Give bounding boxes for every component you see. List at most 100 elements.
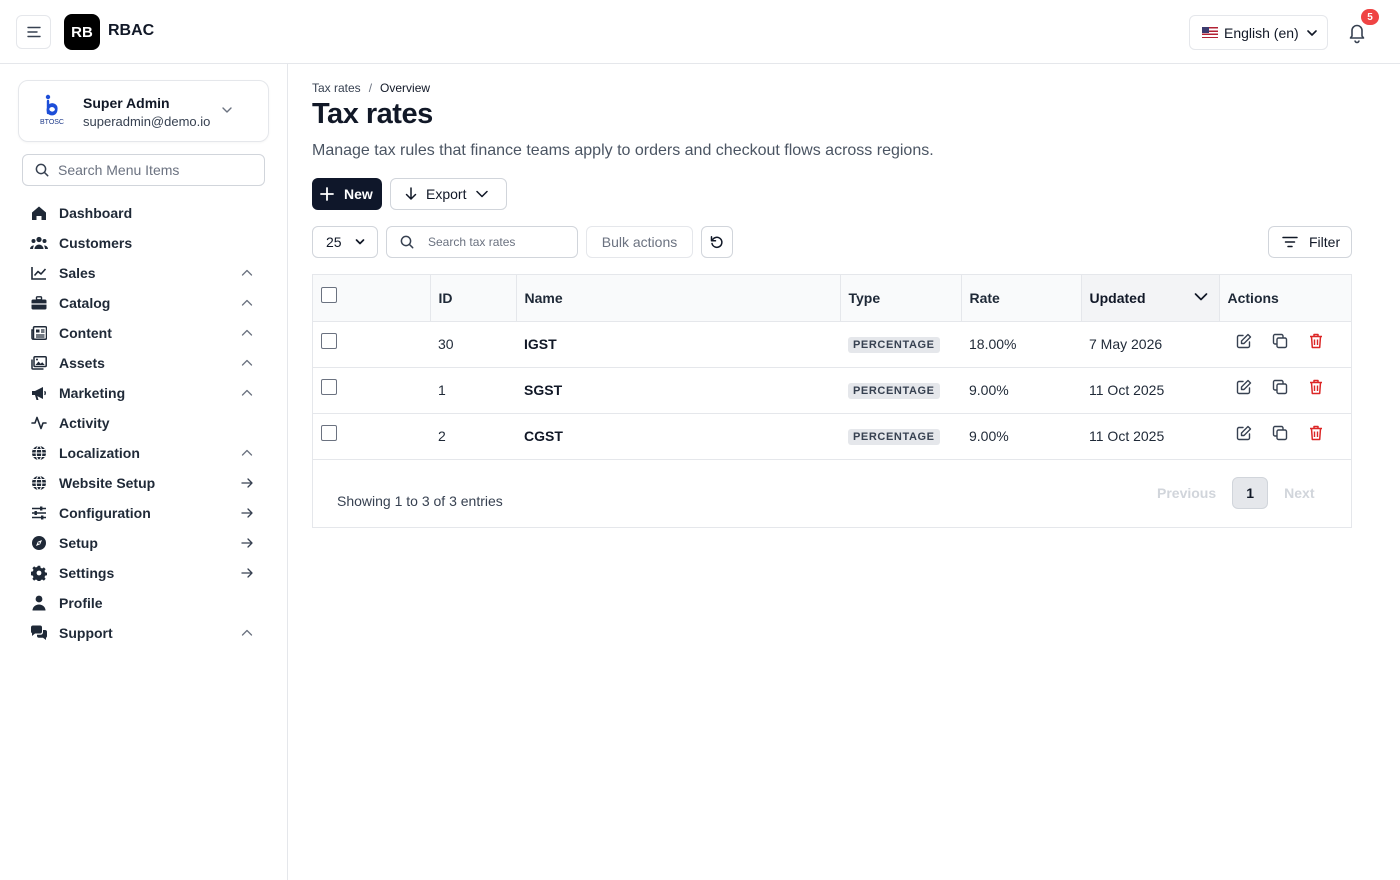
sidebar-item-configuration[interactable]: Configuration	[0, 498, 287, 528]
delete-icon[interactable]	[1307, 332, 1325, 350]
search-icon	[400, 235, 414, 249]
refresh-button[interactable]	[701, 226, 733, 258]
chevron-up-icon[interactable]	[240, 386, 254, 400]
arrow-right-icon	[240, 506, 254, 520]
compass-icon	[30, 534, 48, 552]
cell-name[interactable]: SGST	[516, 367, 840, 413]
edit-icon[interactable]	[1235, 378, 1253, 396]
page-description: Manage tax rules that finance teams appl…	[312, 142, 934, 159]
export-button-label: Export	[426, 186, 467, 202]
sidebar-item-label: Customers	[59, 235, 133, 251]
sidebar-item-marketing[interactable]: Marketing	[0, 378, 287, 408]
sidebar-item-label: Activity	[59, 415, 110, 431]
org-logo: BTOSC	[35, 93, 69, 129]
menu-search[interactable]	[22, 154, 265, 186]
table-search[interactable]	[386, 226, 578, 258]
sidebar-item-dashboard[interactable]: Dashboard	[0, 198, 287, 228]
user-email: superadmin@demo.io	[83, 114, 211, 129]
sidebar-item-customers[interactable]: Customers	[0, 228, 287, 258]
gear-icon	[30, 564, 48, 582]
cell-actions	[1219, 413, 1351, 459]
sidebar-item-localization[interactable]: Localization	[0, 438, 287, 468]
type-badge: PERCENTAGE	[848, 383, 940, 399]
column-header-id[interactable]: ID	[430, 275, 517, 322]
table-row: 30 IGST PERCENTAGE 18.00% 7 May 2026	[313, 321, 1351, 367]
next-page-button[interactable]: Next	[1284, 485, 1314, 501]
org-logo-text: BTOSC	[40, 119, 64, 126]
duplicate-icon[interactable]	[1271, 424, 1289, 442]
delete-icon[interactable]	[1307, 424, 1325, 442]
per-page-value: 25	[326, 234, 342, 250]
cell-rate: 9.00%	[969, 428, 1009, 444]
bulk-actions-button[interactable]: Bulk actions	[586, 226, 693, 258]
delete-icon[interactable]	[1307, 378, 1325, 396]
sidebar-item-label: Marketing	[59, 385, 126, 401]
globe-icon	[30, 444, 48, 462]
chevron-down-icon	[1307, 29, 1317, 36]
previous-page-button[interactable]: Previous	[1157, 485, 1216, 501]
app-title[interactable]: RBAC	[108, 22, 154, 40]
table-row: 1 SGST PERCENTAGE 9.00% 11 Oct 2025	[313, 367, 1351, 413]
sidebar-item-website-setup[interactable]: Website Setup	[0, 468, 287, 498]
images-icon	[30, 354, 48, 372]
breadcrumb-parent[interactable]: Tax rates	[312, 81, 361, 95]
sidebar-item-profile[interactable]: Profile	[0, 588, 287, 618]
per-page-select[interactable]: 25	[312, 226, 378, 258]
app-logo[interactable]: RB	[64, 14, 100, 50]
column-header-type[interactable]: Type	[840, 275, 962, 322]
chevron-up-icon[interactable]	[240, 446, 254, 460]
notification-count-badge: 5	[1361, 9, 1379, 25]
select-all-checkbox[interactable]	[321, 286, 337, 303]
cell-updated: 7 May 2026	[1089, 336, 1163, 352]
column-header-name[interactable]: Name	[516, 275, 841, 322]
menu-search-input[interactable]	[58, 162, 248, 178]
row-select-cell	[313, 367, 430, 413]
arrow-right-icon	[240, 536, 254, 550]
refresh-icon	[710, 236, 723, 249]
duplicate-icon[interactable]	[1271, 332, 1289, 350]
sidebar-item-catalog[interactable]: Catalog	[0, 288, 287, 318]
row-select-cell	[313, 413, 430, 459]
duplicate-icon[interactable]	[1271, 378, 1289, 396]
cell-type: PERCENTAGE	[840, 413, 961, 459]
filter-button[interactable]: Filter	[1268, 226, 1352, 258]
language-select[interactable]: English (en)	[1189, 15, 1328, 50]
column-header-updated[interactable]: Updated	[1081, 275, 1220, 322]
sidebar-item-activity[interactable]: Activity	[0, 408, 287, 438]
chevron-up-icon[interactable]	[240, 296, 254, 310]
user-menu[interactable]: BTOSC Super Admin superadmin@demo.io	[18, 80, 269, 142]
globe-icon	[30, 474, 48, 492]
sidebar-item-label: Content	[59, 325, 112, 341]
table-row: 2 CGST PERCENTAGE 9.00% 11 Oct 2025	[313, 413, 1351, 459]
chevron-up-icon[interactable]	[240, 626, 254, 640]
sidebar-item-settings[interactable]: Settings	[0, 558, 287, 588]
column-header-rate[interactable]: Rate	[961, 275, 1082, 322]
row-checkbox[interactable]	[321, 333, 337, 349]
cell-actions	[1219, 367, 1351, 413]
page-1-button[interactable]: 1	[1232, 477, 1269, 509]
sidebar-item-support[interactable]: Support	[0, 618, 287, 648]
column-header-actions: Actions	[1219, 275, 1351, 322]
briefcase-icon	[30, 294, 48, 312]
edit-icon[interactable]	[1235, 424, 1253, 442]
sliders-icon	[30, 504, 48, 522]
cell-name[interactable]: CGST	[516, 413, 840, 459]
export-button[interactable]: Export	[390, 178, 507, 210]
users-icon	[30, 234, 48, 252]
sidebar-item-setup[interactable]: Setup	[0, 528, 287, 558]
sidebar-item-assets[interactable]: Assets	[0, 348, 287, 378]
menu-toggle-button[interactable]	[16, 15, 51, 49]
download-arrow-icon	[405, 187, 417, 200]
chat-icon	[30, 624, 48, 642]
table-search-input[interactable]	[428, 235, 568, 249]
edit-icon[interactable]	[1235, 332, 1253, 350]
row-checkbox[interactable]	[321, 379, 337, 395]
chevron-up-icon[interactable]	[240, 356, 254, 370]
row-checkbox[interactable]	[321, 425, 337, 441]
cell-name[interactable]: IGST	[516, 321, 840, 367]
sidebar-item-content[interactable]: Content	[0, 318, 287, 348]
sidebar-item-sales[interactable]: Sales	[0, 258, 287, 288]
new-button[interactable]: New	[312, 178, 382, 210]
chevron-up-icon[interactable]	[240, 326, 254, 340]
chevron-up-icon[interactable]	[240, 266, 254, 280]
